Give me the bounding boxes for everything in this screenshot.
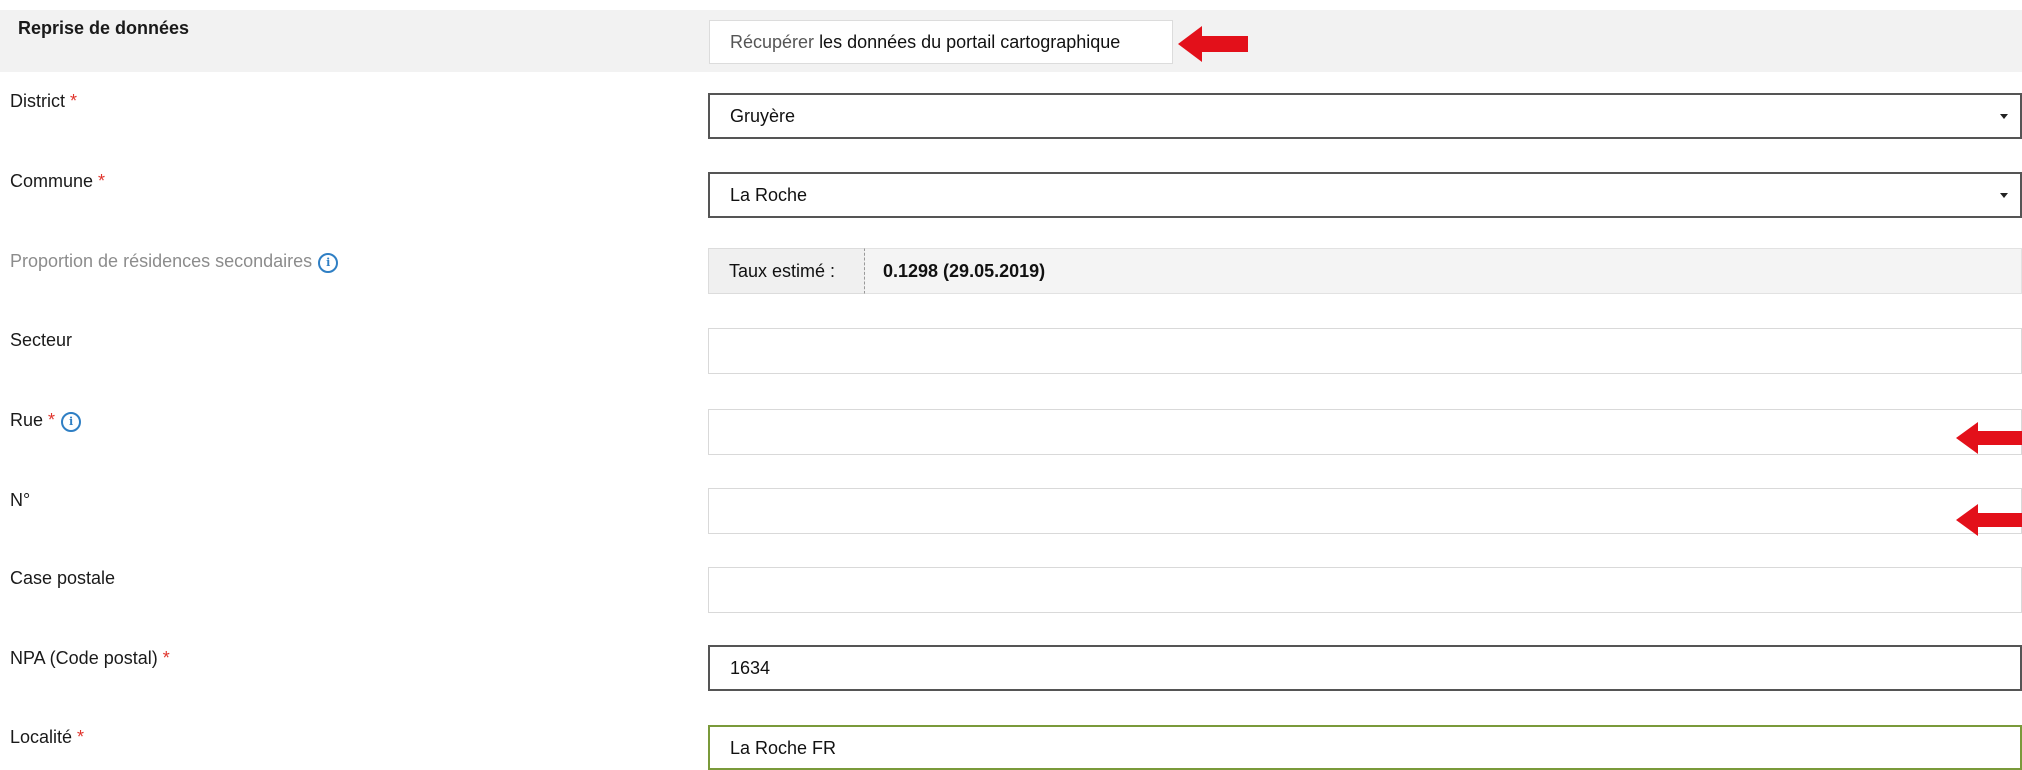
numero-label: N°	[10, 490, 31, 510]
taux-value: 0.1298 (29.05.2019)	[865, 248, 2022, 294]
chevron-down-icon	[2000, 193, 2008, 198]
info-icon[interactable]: i	[61, 412, 82, 432]
fetch-map-portal-button[interactable]: Récupérer les données du portail cartogr…	[709, 20, 1173, 64]
localite-input[interactable]: La Roche FR	[708, 725, 2022, 770]
taux-addon: Taux estimé :	[708, 248, 865, 294]
rue-input[interactable]	[708, 409, 2022, 455]
chevron-down-icon	[2000, 114, 2008, 119]
npa-input[interactable]: 1634	[708, 645, 2022, 691]
red-arrow-icon	[1956, 504, 2022, 536]
commune-label: Commune *	[10, 171, 106, 191]
proportion-label: Proportion de résidences secondaires i	[10, 251, 339, 273]
localite-label: Localité *	[10, 727, 85, 747]
case-postale-input[interactable]	[708, 567, 2022, 613]
district-label: District *	[10, 91, 78, 111]
npa-label: NPA (Code postal) *	[10, 648, 170, 668]
secteur-input[interactable]	[708, 328, 2022, 374]
numero-input[interactable]	[708, 488, 2022, 534]
district-select[interactable]: Gruyère	[708, 93, 2022, 139]
info-icon[interactable]: i	[318, 253, 339, 273]
rue-label: Rue * i	[10, 410, 82, 432]
red-arrow-icon	[1178, 26, 1248, 62]
reprise-label: Reprise de données	[18, 18, 190, 38]
secteur-label: Secteur	[10, 330, 73, 350]
commune-select[interactable]: La Roche	[708, 172, 2022, 218]
case-postale-label: Case postale	[10, 568, 116, 588]
red-arrow-icon	[1956, 422, 2022, 454]
